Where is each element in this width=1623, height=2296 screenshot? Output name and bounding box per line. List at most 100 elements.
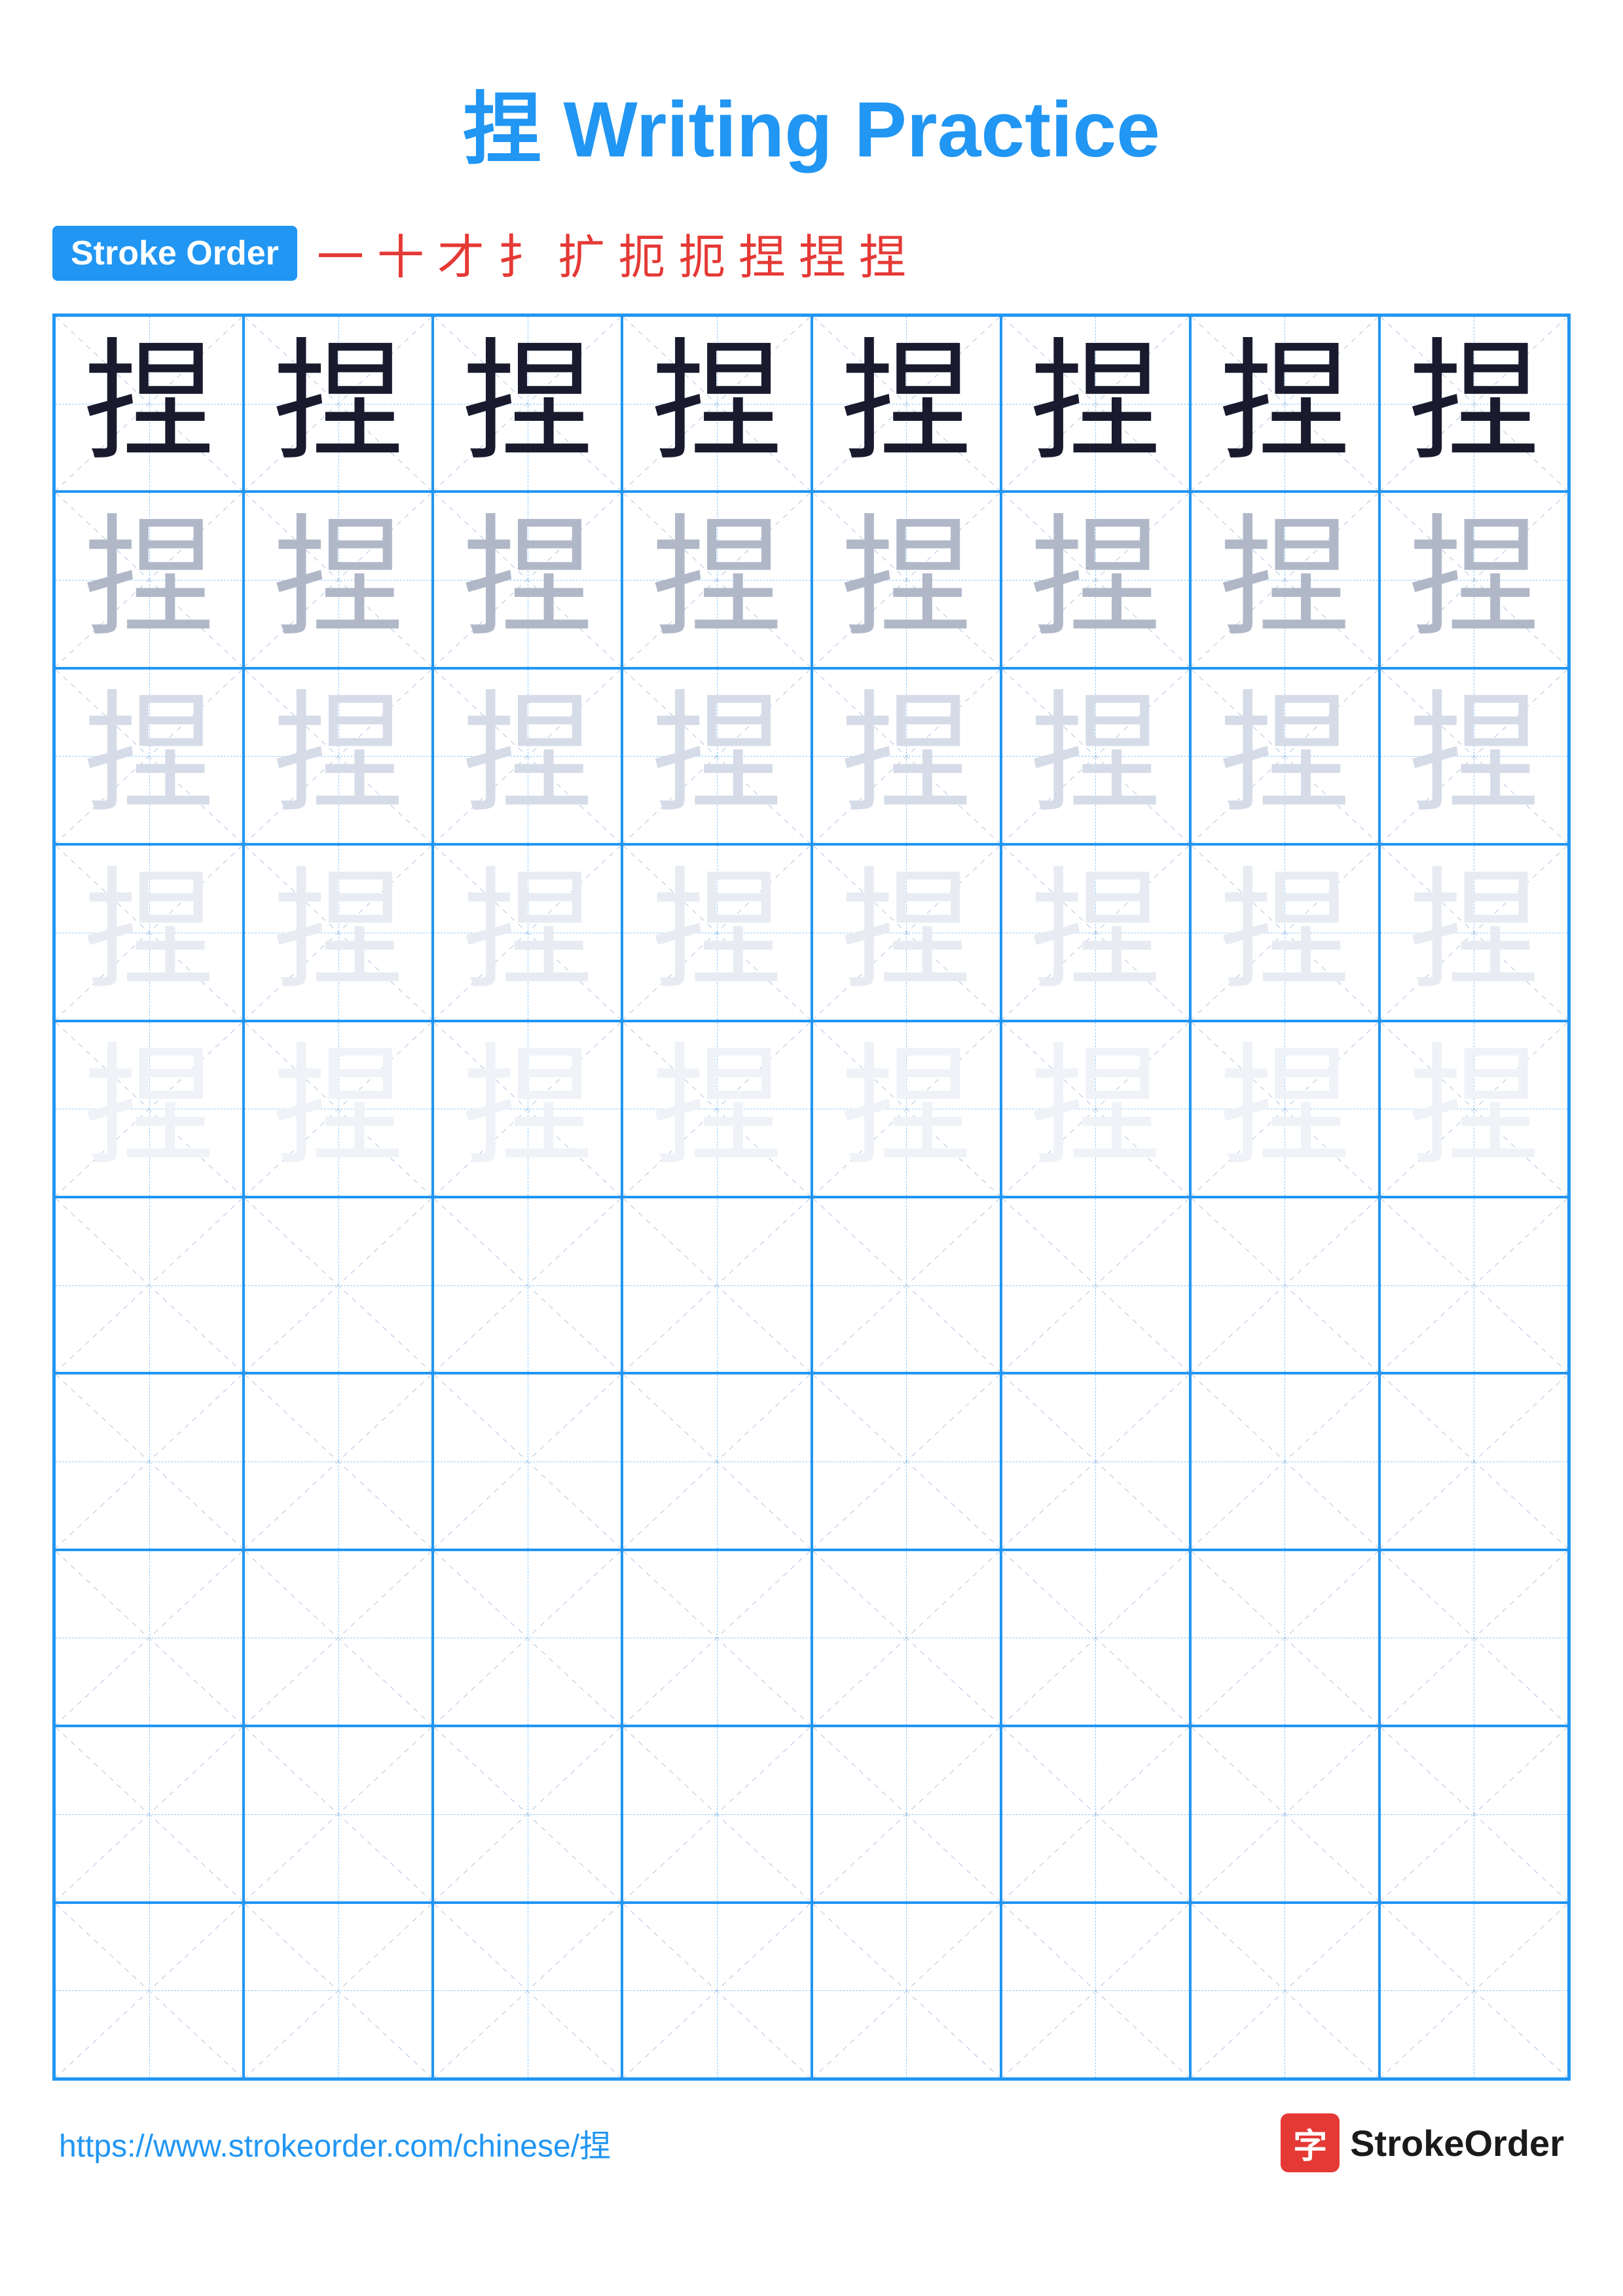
grid-cell[interactable]: 捏 [622, 315, 811, 492]
grid-cell[interactable] [812, 1903, 1001, 2079]
grid-cell[interactable]: 捏 [812, 492, 1001, 668]
grid-cell[interactable] [622, 1550, 811, 1726]
grid-cell[interactable]: 捏 [54, 492, 244, 668]
grid-cell[interactable] [812, 1373, 1001, 1549]
grid-cell[interactable] [1001, 1373, 1190, 1549]
grid-cell[interactable]: 捏 [812, 844, 1001, 1020]
grid-cell[interactable] [433, 1550, 622, 1726]
grid-cell[interactable]: 捏 [1379, 668, 1569, 844]
grid-cell[interactable] [244, 1197, 433, 1373]
practice-char: 捏 [841, 514, 972, 645]
grid-cell[interactable] [244, 1726, 433, 1902]
grid-cell[interactable] [54, 1550, 244, 1726]
grid-cell[interactable]: 捏 [1190, 492, 1379, 668]
grid-cell[interactable]: 捏 [244, 492, 433, 668]
grid-cell[interactable]: 捏 [622, 1021, 811, 1197]
grid-cell[interactable]: 捏 [54, 668, 244, 844]
grid-cell[interactable] [54, 1197, 244, 1373]
grid-cell[interactable]: 捏 [433, 492, 622, 668]
grid-cell[interactable] [433, 1903, 622, 2079]
practice-char: 捏 [84, 1043, 215, 1174]
grid-cell[interactable]: 捏 [1379, 844, 1569, 1020]
grid-cell[interactable]: 捏 [1001, 668, 1190, 844]
practice-char: 捏 [273, 514, 404, 645]
footer-url[interactable]: https://www.strokeorder.com/chinese/捏 [59, 2120, 611, 2166]
grid-cell[interactable]: 捏 [1379, 492, 1569, 668]
practice-char: 捏 [462, 514, 593, 645]
grid-cell[interactable]: 捏 [244, 844, 433, 1020]
grid-cell[interactable]: 捏 [433, 315, 622, 492]
grid-cell[interactable] [54, 1726, 244, 1902]
grid-cell[interactable] [812, 1550, 1001, 1726]
practice-char: 捏 [84, 867, 215, 998]
grid-cell[interactable] [244, 1903, 433, 2079]
stroke-order-row: Stroke Order 一 十 才 扌 扩 扼 扼 捏 捏 捏 [52, 219, 1571, 287]
grid-cell[interactable]: 捏 [244, 668, 433, 844]
footer: https://www.strokeorder.com/chinese/捏 字 … [52, 2113, 1571, 2172]
grid-cell[interactable]: 捏 [622, 844, 811, 1020]
grid-cell[interactable] [433, 1197, 622, 1373]
grid-cell[interactable] [244, 1373, 433, 1549]
grid-cell[interactable] [1001, 1197, 1190, 1373]
grid-cell[interactable] [433, 1373, 622, 1549]
grid-cell[interactable] [812, 1726, 1001, 1902]
grid-cell[interactable] [244, 1550, 433, 1726]
practice-char: 捏 [651, 514, 782, 645]
grid-cell[interactable] [622, 1197, 811, 1373]
grid-cell[interactable] [1001, 1550, 1190, 1726]
title-char: 捏 [463, 86, 541, 173]
grid-cell[interactable] [622, 1373, 811, 1549]
grid-cell[interactable]: 捏 [54, 1021, 244, 1197]
grid-cell[interactable] [1190, 1903, 1379, 2079]
grid-cell[interactable]: 捏 [812, 668, 1001, 844]
grid-cell[interactable] [1379, 1373, 1569, 1549]
grid-cell[interactable]: 捏 [1190, 1021, 1379, 1197]
grid-cell[interactable] [622, 1726, 811, 1902]
grid-cell[interactable] [1001, 1903, 1190, 2079]
page-title: 捏 Writing Practice [52, 65, 1571, 179]
grid-cell[interactable]: 捏 [1190, 668, 1379, 844]
grid-cell[interactable]: 捏 [1001, 315, 1190, 492]
grid-cell[interactable]: 捏 [812, 315, 1001, 492]
grid-cell[interactable] [54, 1373, 244, 1549]
grid-cell[interactable] [1190, 1726, 1379, 1902]
grid-cell[interactable]: 捏 [1379, 315, 1569, 492]
grid-cell[interactable]: 捏 [812, 1021, 1001, 1197]
grid-cell[interactable]: 捏 [244, 315, 433, 492]
grid-cell[interactable] [1001, 1726, 1190, 1902]
practice-char: 捏 [1408, 691, 1539, 821]
grid-cell[interactable] [1190, 1197, 1379, 1373]
grid-cell[interactable]: 捏 [54, 844, 244, 1020]
grid-cell[interactable]: 捏 [244, 1021, 433, 1197]
grid-cell[interactable]: 捏 [1001, 492, 1190, 668]
grid-cell[interactable] [1379, 1903, 1569, 2079]
grid-cell[interactable]: 捏 [433, 668, 622, 844]
grid-cell[interactable] [1190, 1550, 1379, 1726]
grid-cell[interactable]: 捏 [433, 844, 622, 1020]
practice-char: 捏 [273, 1043, 404, 1174]
grid-cell[interactable]: 捏 [1001, 1021, 1190, 1197]
grid-cell[interactable] [622, 1903, 811, 2079]
grid-cell[interactable] [54, 1903, 244, 2079]
grid-cell[interactable]: 捏 [1190, 844, 1379, 1020]
practice-char: 捏 [462, 867, 593, 998]
grid-cell[interactable] [812, 1197, 1001, 1373]
grid-cell[interactable]: 捏 [622, 668, 811, 844]
grid-cell[interactable]: 捏 [1379, 1021, 1569, 1197]
grid-cell[interactable] [1379, 1550, 1569, 1726]
footer-brand: StrokeOrder [1350, 2122, 1564, 2164]
grid-cell[interactable]: 捏 [54, 315, 244, 492]
grid-cell[interactable] [1190, 1373, 1379, 1549]
grid-cell[interactable] [433, 1726, 622, 1902]
grid-cell[interactable]: 捏 [433, 1021, 622, 1197]
practice-char: 捏 [273, 691, 404, 821]
grid-cell[interactable]: 捏 [1190, 315, 1379, 492]
practice-char: 捏 [651, 867, 782, 998]
grid-cell[interactable]: 捏 [622, 492, 811, 668]
practice-char: 捏 [1219, 867, 1350, 998]
practice-char: 捏 [841, 691, 972, 821]
practice-char: 捏 [651, 338, 782, 469]
grid-cell[interactable]: 捏 [1001, 844, 1190, 1020]
grid-cell[interactable] [1379, 1726, 1569, 1902]
grid-cell[interactable] [1379, 1197, 1569, 1373]
